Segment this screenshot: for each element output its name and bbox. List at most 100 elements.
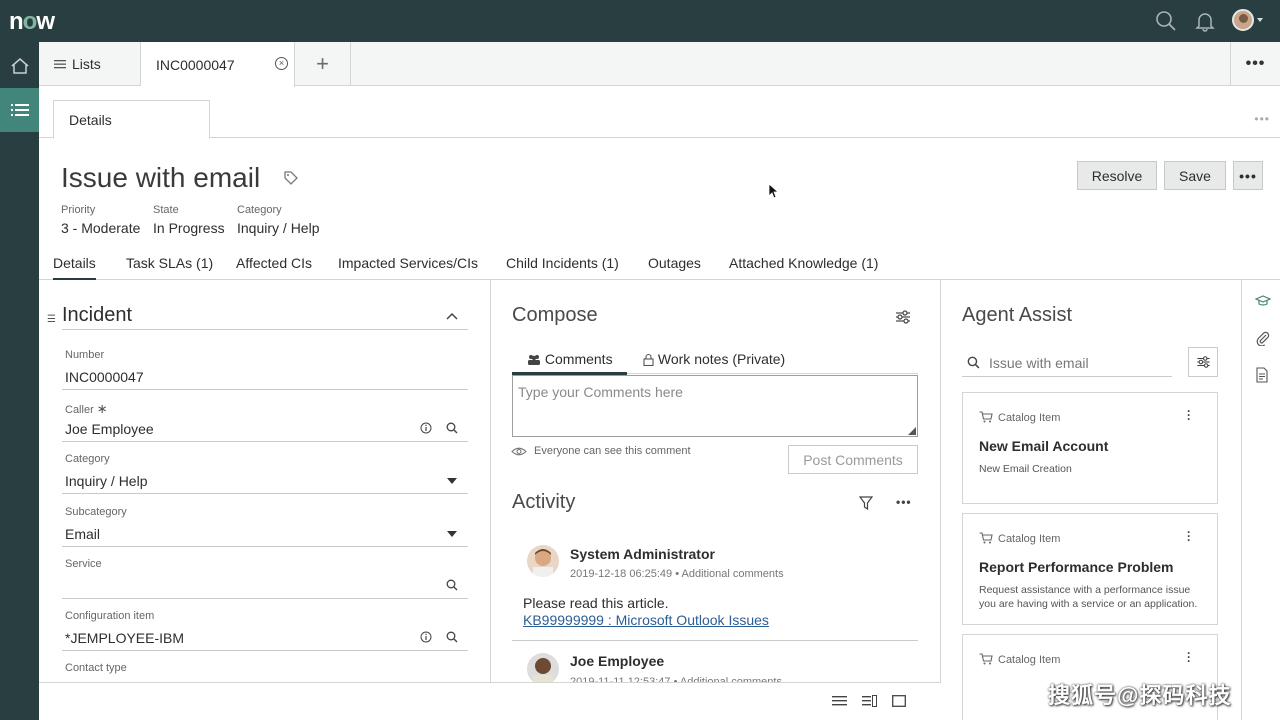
card-title: Report Performance Problem: [979, 559, 1174, 575]
search-value: Issue with email: [989, 355, 1089, 371]
home-icon: [11, 58, 28, 74]
search-icon[interactable]: [446, 579, 458, 591]
more-icon[interactable]: •••: [1254, 112, 1270, 126]
caller-field[interactable]: Caller ∗ Joe Employee: [62, 394, 468, 442]
search-icon[interactable]: [446, 422, 458, 434]
tab-lists[interactable]: Lists: [39, 42, 141, 86]
tab-work-notes[interactable]: Work notes (Private): [643, 351, 785, 367]
field-label: Contact type: [65, 662, 127, 674]
lists-nav-button[interactable]: [0, 88, 39, 132]
graduation-cap-icon[interactable]: [1255, 294, 1271, 308]
settings-sliders-icon: [1196, 356, 1210, 368]
field-value: INC0000047: [65, 369, 144, 385]
resize-handle-icon[interactable]: [908, 427, 916, 435]
form-section-title: Incident: [62, 304, 133, 326]
required-icon: ∗: [96, 401, 108, 416]
logo-o: o: [22, 8, 38, 35]
more-vertical-icon[interactable]: · · ·: [1187, 526, 1191, 546]
catalog-item-card[interactable]: Catalog Item · · · Report Performance Prob…: [962, 513, 1218, 625]
mouse-cursor-icon: [768, 183, 778, 199]
avatar-photo-icon: [533, 549, 553, 577]
meta-value: Inquiry / Help: [237, 220, 320, 236]
home-button[interactable]: [0, 44, 39, 88]
meta-label: Priority: [61, 204, 96, 216]
logo-w: w: [36, 8, 55, 35]
catalog-item-card[interactable]: Catalog Item · · · New Email Account New E…: [962, 392, 1218, 504]
lock-icon: [643, 353, 654, 367]
avatar: [527, 545, 559, 577]
field-value: *JEMPLOYEE-IBM: [65, 630, 185, 646]
field-label: Number: [65, 349, 105, 361]
info-icon[interactable]: [420, 422, 432, 434]
tab-work-notes-label: Work notes (Private): [657, 351, 786, 367]
panel-layout-icon[interactable]: [892, 695, 906, 707]
subcategory-field[interactable]: Subcategory Email: [62, 499, 468, 547]
settings-sliders-icon[interactable]: [895, 309, 911, 325]
search-icon[interactable]: [446, 631, 458, 643]
close-icon[interactable]: ×: [275, 57, 288, 70]
resolve-button[interactable]: Resolve: [1077, 161, 1157, 190]
field-value: Joe Employee: [65, 421, 154, 437]
single-column-layout-icon[interactable]: [832, 695, 847, 707]
tab-impacted-services[interactable]: Impacted Services/CIs: [338, 255, 478, 271]
column-divider: [940, 280, 941, 720]
comments-placeholder: Type your Comments here: [518, 384, 683, 400]
contact-type-field[interactable]: Contact type: [62, 655, 468, 682]
tab-outages[interactable]: Outages: [648, 255, 701, 271]
tag-icon[interactable]: [283, 170, 299, 186]
chevron-down-icon[interactable]: [447, 478, 457, 484]
state-meta: State In Progress: [153, 204, 225, 236]
more-vertical-icon[interactable]: · · ·: [1187, 647, 1191, 667]
tab-affected-cis[interactable]: Affected CIs: [236, 255, 312, 271]
activity-comment: Please read this article.: [523, 595, 669, 611]
chevron-down-icon[interactable]: [1257, 18, 1263, 22]
tab-comments[interactable]: Comments: [527, 351, 613, 367]
tab-child-incidents[interactable]: Child Incidents (1): [506, 255, 619, 271]
tab-task-slas[interactable]: Task SLAs (1): [126, 255, 213, 271]
tab-attached-knowledge[interactable]: Attached Knowledge (1): [729, 255, 878, 271]
agent-assist-settings-button[interactable]: [1188, 347, 1218, 377]
more-options-button[interactable]: •••: [1230, 42, 1280, 86]
document-icon[interactable]: [1255, 367, 1269, 383]
meta-label: Category: [237, 204, 282, 216]
agent-assist-search-input[interactable]: Issue with email: [962, 348, 1172, 377]
priority-meta: Priority 3 - Moderate: [61, 204, 140, 236]
category-field[interactable]: Category Inquiry / Help: [62, 446, 468, 494]
chevron-up-icon[interactable]: [446, 312, 458, 320]
info-icon[interactable]: [420, 631, 432, 643]
post-comments-button[interactable]: Post Comments: [788, 445, 918, 474]
activity-meta: 2019-12-18 06:25:49 • Additional comment…: [570, 568, 784, 580]
header-more-button[interactable]: •••: [1233, 161, 1263, 190]
more-vertical-icon[interactable]: · · ·: [1187, 405, 1191, 425]
bell-icon[interactable]: [1193, 9, 1217, 33]
drag-handle-icon[interactable]: ☰: [47, 314, 56, 325]
add-tab-button[interactable]: +: [295, 42, 351, 86]
list-icon: [54, 60, 66, 69]
tab-comments-label: Comments: [544, 351, 613, 367]
tab-details[interactable]: Details: [53, 100, 210, 139]
tab-details[interactable]: Details: [53, 255, 96, 280]
context-sidebar-divider: [1241, 280, 1242, 720]
comments-textarea[interactable]: Type your Comments here: [512, 375, 918, 437]
search-icon[interactable]: [1154, 9, 1178, 33]
configuration-item-field[interactable]: Configuration item *JEMPLOYEE-IBM: [62, 603, 468, 651]
meta-value: 3 - Moderate: [61, 220, 141, 236]
number-field[interactable]: Number INC0000047: [62, 342, 468, 390]
meta-value: In Progress: [153, 220, 225, 236]
tab-incident[interactable]: INC0000047 ×: [141, 42, 295, 87]
save-button[interactable]: Save: [1164, 161, 1226, 190]
servicenow-logo[interactable]: now: [9, 8, 55, 36]
activity-more-icon[interactable]: •••: [896, 495, 912, 509]
user-avatar[interactable]: [1232, 9, 1254, 31]
filter-icon[interactable]: [859, 496, 873, 510]
chevron-down-icon[interactable]: [447, 531, 457, 537]
split-layout-icon[interactable]: [862, 695, 877, 707]
paperclip-icon[interactable]: [1255, 330, 1271, 346]
service-field[interactable]: Service: [62, 551, 468, 599]
card-type: Catalog Item: [998, 412, 1061, 424]
knowledge-article-link[interactable]: KB99999999 : Microsoft Outlook Issues: [523, 612, 769, 628]
field-label: Subcategory: [65, 506, 127, 518]
field-label: Configuration item: [65, 610, 155, 622]
field-value: Inquiry / Help: [65, 473, 148, 489]
activity-author: System Administrator: [570, 546, 715, 562]
